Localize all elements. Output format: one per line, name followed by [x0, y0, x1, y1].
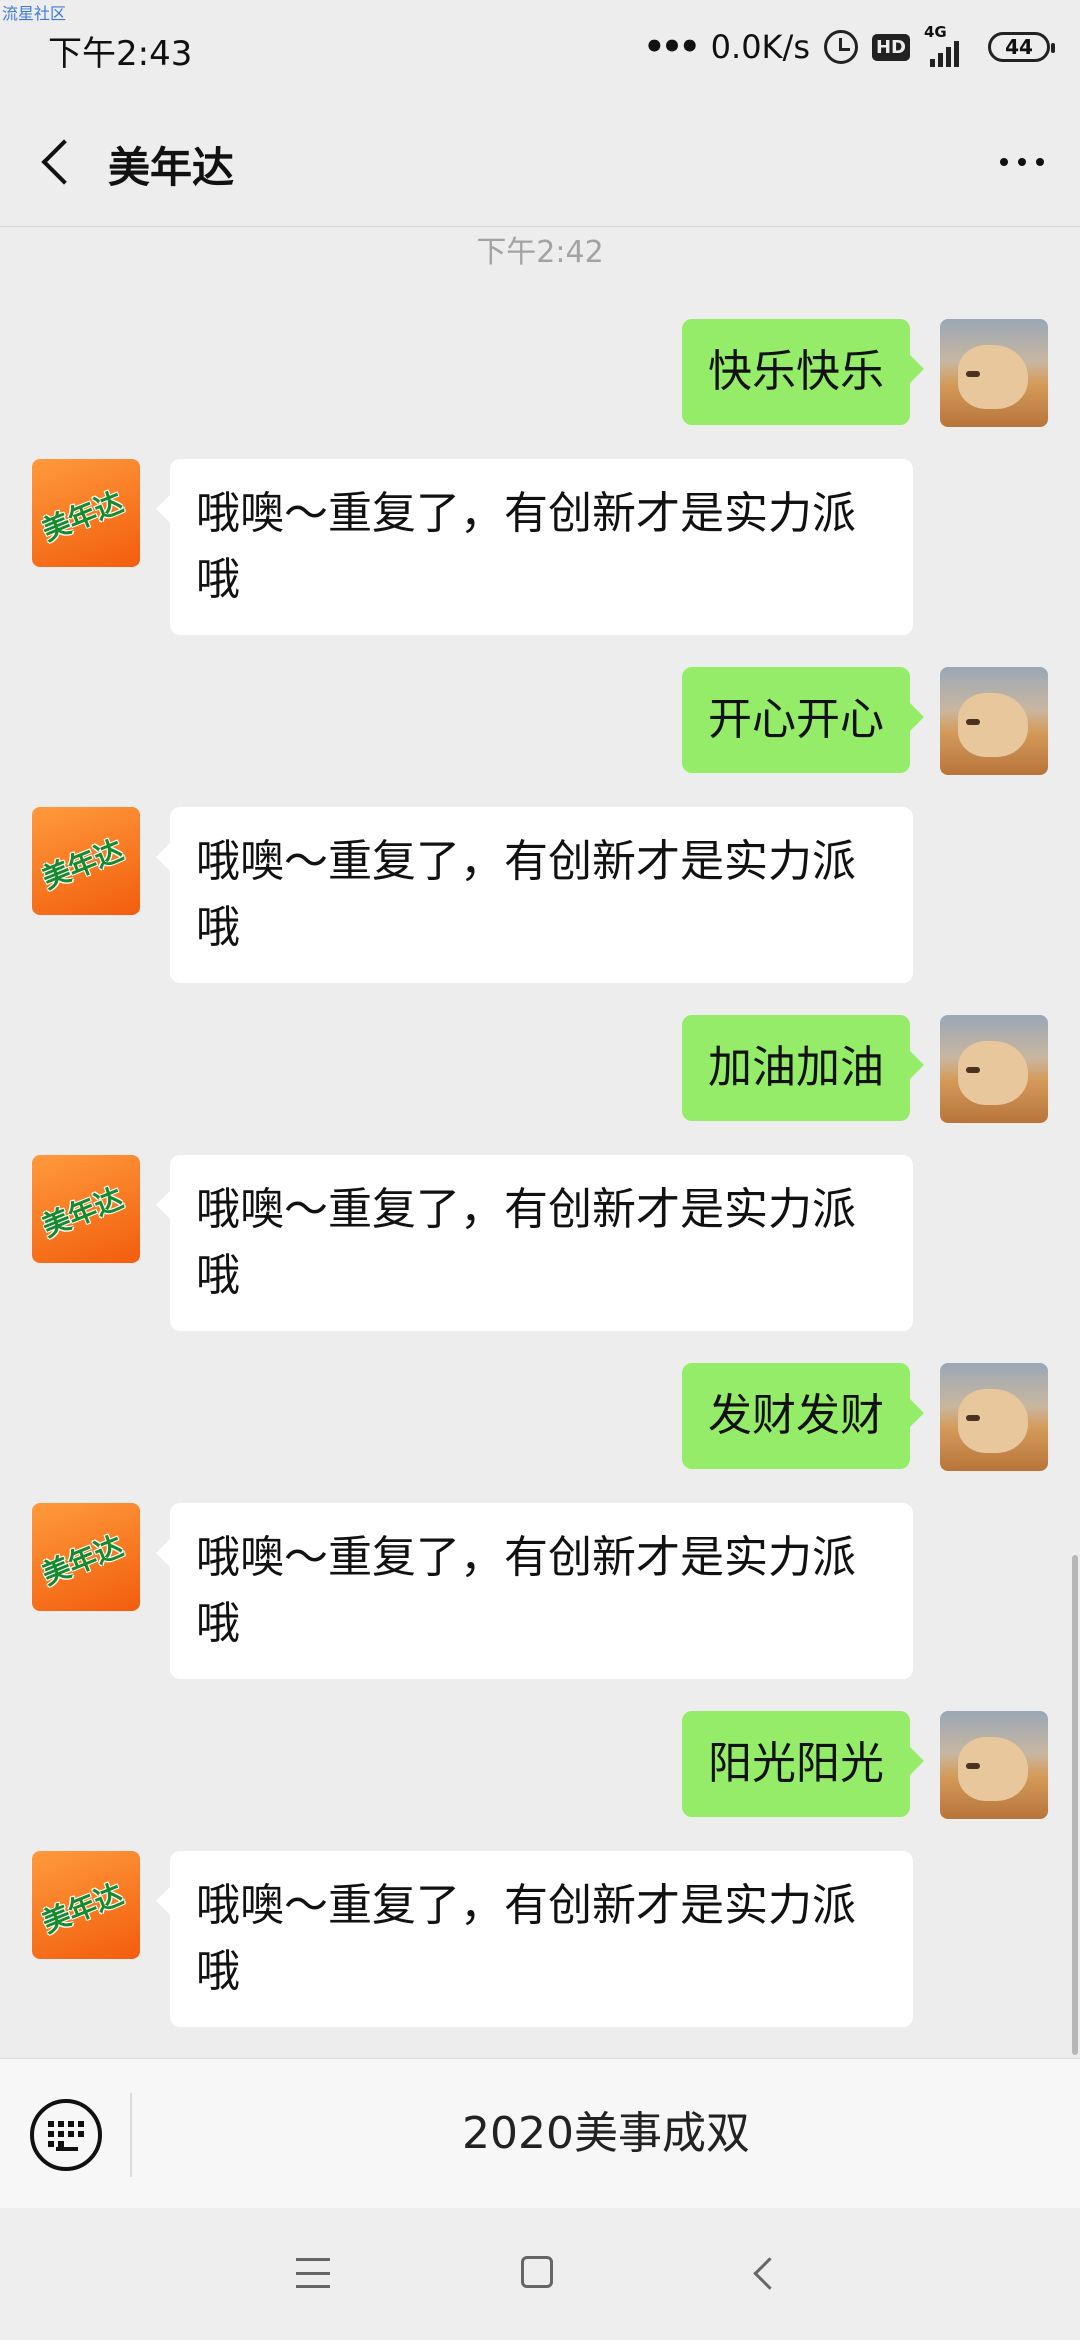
status-bar: 下午2:43 ••• 0.0K/s HD 4G 44 — [0, 0, 1080, 96]
message-bubble[interactable]: 哦噢～重复了，有创新才是实力派哦 — [156, 1503, 913, 1679]
back-icon[interactable] — [753, 2257, 786, 2290]
chat-header: 美年达 — [0, 96, 1080, 227]
message-bubble[interactable]: 哦噢～重复了，有创新才是实力派哦 — [156, 1155, 913, 1331]
chat-area[interactable]: 下午2:42 快乐快乐 美年达 哦噢～重复了，有创新才是实力派哦 开心开心 美年达 哦噢～… — [0, 227, 1080, 2057]
message-bubble[interactable]: 哦噢～重复了，有创新才是实力派哦 — [156, 1851, 913, 2027]
alarm-icon — [823, 30, 858, 64]
chat-title: 美年达 — [108, 143, 235, 192]
my-avatar[interactable] — [940, 1015, 1048, 1123]
dots-icon: ••• — [643, 27, 700, 67]
avatar-logo-text: 美年达 — [37, 485, 128, 548]
contact-avatar[interactable]: 美年达 — [32, 459, 140, 567]
watermark: 流星社区 — [2, 4, 67, 23]
message-bubble[interactable]: 哦噢～重复了，有创新才是实力派哦 — [156, 807, 913, 983]
input-bar: 2020美事成双 — [0, 2058, 1080, 2209]
message-bubble[interactable]: 快乐快乐 — [682, 319, 924, 425]
signal-icon: 4G — [924, 23, 974, 67]
message-bubble[interactable]: 哦噢～重复了，有创新才是实力派哦 — [156, 459, 913, 635]
my-avatar[interactable] — [940, 1711, 1048, 1819]
status-indicators: ••• 0.0K/s HD 4G 44 — [643, 22, 1055, 72]
status-time: 下午2:43 — [48, 34, 193, 74]
my-avatar[interactable] — [940, 1363, 1048, 1471]
chevron-left-icon[interactable] — [30, 134, 87, 190]
contact-avatar[interactable]: 美年达 — [32, 807, 140, 915]
avatar-logo-text: 美年达 — [37, 1877, 128, 1940]
home-icon[interactable] — [521, 2256, 553, 2288]
my-avatar[interactable] — [940, 319, 1048, 427]
network-type: 4G — [924, 23, 947, 41]
message-bubble[interactable]: 加油加油 — [682, 1015, 924, 1121]
contact-avatar[interactable]: 美年达 — [32, 1503, 140, 1611]
avatar-logo-text: 美年达 — [37, 1181, 128, 1244]
keyboard-icon[interactable] — [30, 2099, 102, 2171]
avatar-logo-text: 美年达 — [37, 1529, 128, 1592]
network-speed: 0.0K/s — [710, 28, 810, 66]
message-bubble[interactable]: 阳光阳光 — [682, 1711, 924, 1817]
avatar-logo-text: 美年达 — [37, 833, 128, 896]
hd-icon: HD — [871, 33, 910, 61]
menu-button[interactable]: 2020美事成双 — [132, 2059, 1080, 2209]
my-avatar[interactable] — [940, 667, 1048, 775]
contact-avatar[interactable]: 美年达 — [32, 1851, 140, 1959]
message-bubble[interactable]: 发财发财 — [682, 1363, 924, 1469]
message-timestamp: 下午2:42 — [476, 235, 604, 270]
message-bubble[interactable]: 开心开心 — [682, 667, 924, 773]
battery-icon: 44 — [988, 32, 1055, 62]
more-dots-icon[interactable] — [992, 150, 1052, 174]
contact-avatar[interactable]: 美年达 — [32, 1155, 140, 1263]
system-navigation — [0, 2208, 1080, 2340]
menu-icon[interactable] — [296, 2258, 330, 2288]
scrollbar[interactable] — [1072, 1555, 1078, 2055]
